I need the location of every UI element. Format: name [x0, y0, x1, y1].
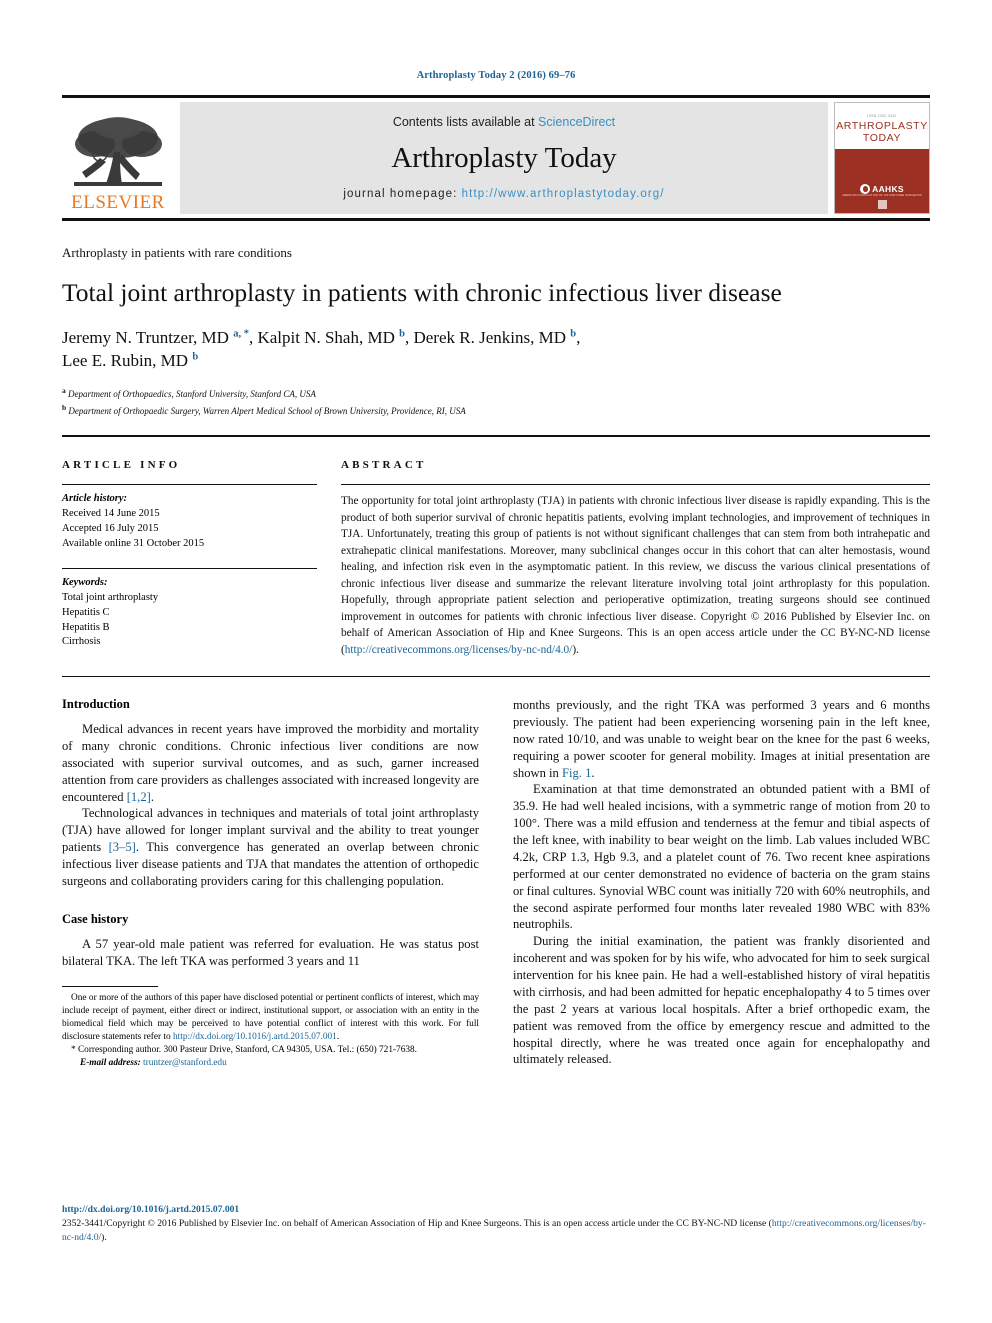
footer-copyright-tail: ).	[101, 1231, 107, 1243]
cover-title-line2: TODAY	[862, 132, 902, 144]
article-history-accepted: Accepted 16 July 2015	[62, 522, 159, 534]
footer-doi-link[interactable]: http://dx.doi.org/10.1016/j.artd.2015.07…	[62, 1203, 930, 1217]
article-history-label: Article history:	[62, 493, 128, 505]
keyword-item: Cirrhosis	[62, 636, 101, 648]
cover-footer-mark-icon	[877, 200, 887, 209]
author-sep-1: , Kalpit N. Shah, MD	[248, 327, 400, 347]
author-1: Jeremy N. Truntzer, MD	[62, 327, 234, 347]
cover-artwork: AAHKS AMERICAN ASSOCIATION OF HIP AND KN…	[835, 149, 929, 213]
elsevier-tree-icon	[70, 114, 166, 192]
author-list: Jeremy N. Truntzer, MD a, *, Kalpit N. S…	[62, 326, 930, 374]
paragraph-case-2: Examination at that time demonstrated an…	[513, 782, 930, 932]
contents-lists-prefix: Contents lists available at	[392, 115, 539, 129]
citation-ref-3-5[interactable]: [3–5]	[109, 840, 136, 854]
author-4-affiliation-marker[interactable]: b	[192, 352, 198, 363]
affiliation-list: a Department of Orthopaedics, Stanford U…	[62, 385, 930, 419]
elsevier-wordmark: ELSEVIER	[71, 192, 165, 213]
citation-ref-1-2[interactable]: [1,2]	[127, 790, 151, 804]
footnote-conflict: One or more of the authors of this paper…	[62, 992, 479, 1044]
article-info-rule	[62, 484, 317, 486]
affiliation-a-text: Department of Orthopaedics, Stanford Uni…	[65, 389, 316, 400]
journal-homepage-label: journal homepage:	[343, 188, 462, 200]
affiliation-a: a Department of Orthopaedics, Stanford U…	[62, 385, 930, 402]
body-column-right: months previously, and the right TKA was…	[513, 697, 930, 1070]
journal-header-band: ELSEVIER Contents lists available at Sci…	[62, 95, 930, 221]
affiliation-b: b Department of Orthopaedic Surgery, War…	[62, 402, 930, 419]
article-title: Total joint arthroplasty in patients wit…	[62, 278, 782, 307]
aahks-wordmark: AAHKS	[872, 183, 904, 194]
abstract-rule	[341, 484, 930, 486]
body-columns: Introduction Medical advances in recent …	[62, 697, 930, 1070]
article-section-kicker: Arthroplasty in patients with rare condi…	[62, 245, 292, 260]
author-sep-3: ,	[576, 327, 581, 347]
abstract-copyright-tail: ).	[572, 643, 579, 656]
journal-cover-thumbnail: ISSN 2352-3441 ARTHROPLASTY TODAY AAHKS …	[834, 102, 930, 214]
cover-masthead: ISSN 2352-3441 ARTHROPLASTY TODAY	[835, 103, 929, 149]
abstract-body: The opportunity for total joint arthropl…	[341, 493, 930, 658]
footnote-block: One or more of the authors of this paper…	[62, 992, 479, 1070]
keyword-item: Hepatitis B	[62, 621, 110, 633]
paragraph-case-cont-tail: .	[591, 765, 595, 780]
footnote-disclosure-link[interactable]: http://dx.doi.org/10.1016/j.artd.2015.07…	[173, 1032, 337, 1042]
email-address-label: E-mail address:	[80, 1057, 141, 1068]
author-1-affiliation-marker[interactable]: a, *	[233, 328, 249, 339]
body-column-left: Introduction Medical advances in recent …	[62, 697, 479, 1070]
journal-header-center: Contents lists available at ScienceDirec…	[180, 102, 828, 214]
sciencedirect-link[interactable]: ScienceDirect	[538, 115, 615, 129]
email-address-link[interactable]: truntzer@stanford.edu	[143, 1058, 227, 1068]
article-history-online: Available online 31 October 2015	[62, 537, 205, 549]
heading-introduction: Introduction	[62, 697, 130, 711]
header-divider	[62, 435, 930, 438]
affiliation-b-text: Department of Orthopaedic Surgery, Warre…	[66, 406, 466, 417]
article-info-column: ARTICLE INFO Article history: Received 1…	[62, 459, 341, 658]
journal-title: Arthroplasty Today	[391, 142, 617, 174]
paragraph-intro-2: Technological advances in techniques and…	[62, 805, 479, 889]
paragraph-intro-1-tail: .	[150, 789, 154, 804]
abstract-column: ABSTRACT The opportunity for total joint…	[341, 459, 930, 658]
info-abstract-region: ARTICLE INFO Article history: Received 1…	[62, 459, 930, 658]
footer-copyright-text: 2352-3441/Copyright © 2016 Published by …	[62, 1217, 772, 1229]
heading-case-history: Case history	[62, 911, 129, 926]
article-history-group: Article history: Received 14 June 2015 A…	[62, 492, 317, 552]
footnote-divider	[62, 985, 158, 987]
abstract-license-link[interactable]: http://creativecommons.org/licenses/by-n…	[345, 644, 573, 656]
aahks-subtitle: AMERICAN ASSOCIATION OF HIP AND KNEE SUR…	[842, 193, 922, 197]
article-info-heading: ARTICLE INFO	[62, 459, 181, 472]
cover-kicker: ISSN 2352-3441	[867, 113, 897, 118]
abstract-heading: ABSTRACT	[341, 459, 427, 472]
keyword-item: Total joint arthroplasty	[62, 591, 159, 603]
article-history-received: Received 14 June 2015	[62, 508, 160, 520]
aahks-logo: AAHKS	[860, 183, 904, 194]
paragraph-intro-1-text: Medical advances in recent years have im…	[62, 722, 479, 804]
paragraph-case-1: A 57 year-old male patient was referred …	[62, 936, 479, 968]
keywords-label: Keywords:	[62, 576, 108, 588]
abstract-text: The opportunity for total joint arthropl…	[341, 495, 930, 623]
corresponding-author-text: Corresponding author. 300 Pasteur Drive,…	[75, 1044, 417, 1055]
footnote-email-line: E-mail address: truntzer@stanford.edu	[62, 1057, 479, 1070]
author-4: Lee E. Rubin, MD	[62, 351, 193, 371]
document-footer: http://dx.doi.org/10.1016/j.artd.2015.07…	[62, 1203, 930, 1245]
paragraph-case-3: During the initial examination, the pati…	[513, 934, 930, 1067]
figure-ref-fig1[interactable]: Fig. 1	[562, 766, 591, 780]
cover-title-line1: ARTHROPLASTY	[836, 119, 928, 132]
keyword-item: Hepatitis C	[62, 606, 110, 618]
aahks-mark-icon	[860, 183, 871, 194]
paragraph-intro-1: Medical advances in recent years have im…	[62, 721, 479, 805]
footnote-corresponding-author: * Corresponding author. 300 Pasteur Driv…	[62, 1044, 479, 1057]
paragraph-case-1-continued: months previously, and the right TKA was…	[513, 697, 930, 781]
keywords-group: Keywords: Total joint arthroplasty Hepat…	[62, 576, 317, 651]
journal-homepage-link[interactable]: http://www.arthroplastytoday.org/	[462, 188, 665, 200]
footnote-conflict-tail: .	[336, 1031, 340, 1042]
keywords-rule	[62, 567, 317, 569]
author-sep-2: , Derek R. Jenkins, MD	[404, 327, 571, 347]
journal-homepage-line: journal homepage: http://www.arthroplast…	[343, 188, 664, 200]
running-head: Arthroplasty Today 2 (2016) 69–76	[416, 70, 576, 81]
elsevier-logo: ELSEVIER	[62, 102, 174, 214]
contents-lists-line: Contents lists available at ScienceDirec…	[393, 115, 615, 129]
article-page: Arthroplasty Today 2 (2016) 69–76 ELSEVI…	[0, 0, 992, 1323]
abstract-bottom-divider	[62, 676, 930, 677]
